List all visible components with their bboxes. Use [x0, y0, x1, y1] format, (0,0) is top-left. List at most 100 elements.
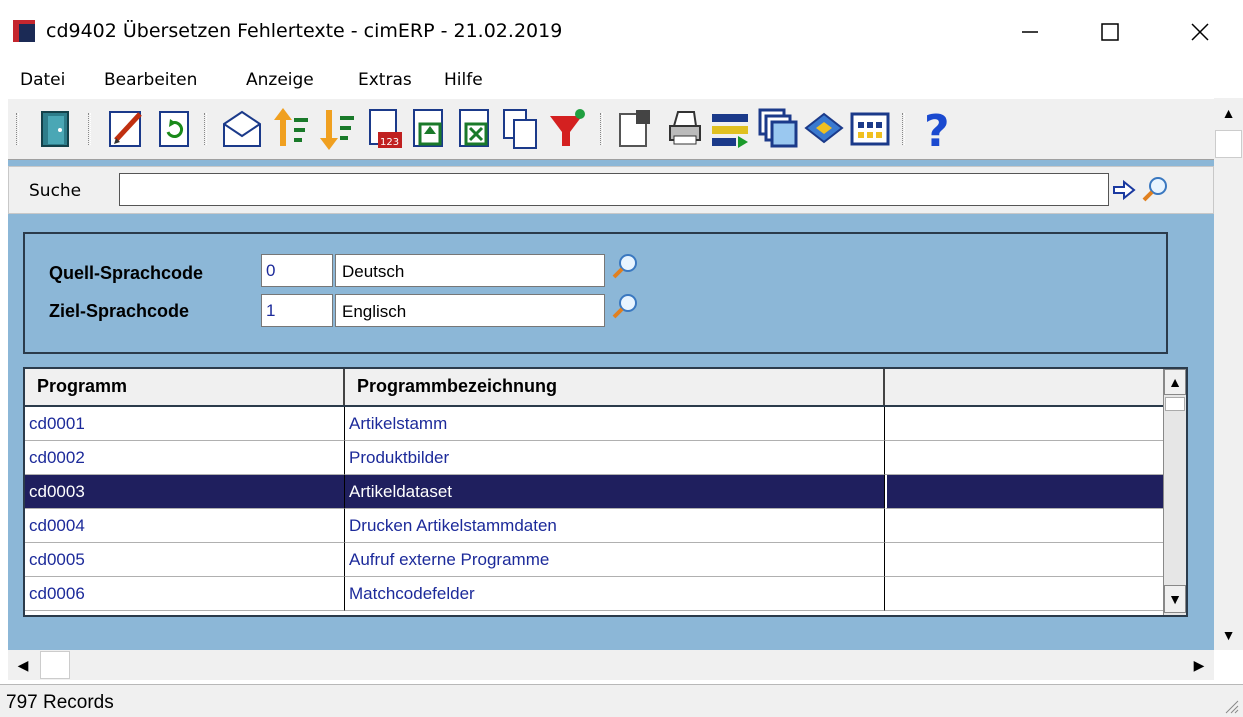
- column-header-program[interactable]: Programm: [25, 369, 345, 405]
- table-row[interactable]: cd0003 Artikeldataset: [25, 475, 1163, 509]
- maximize-button[interactable]: [1080, 10, 1140, 54]
- scroll-down-button[interactable]: ▼: [1214, 620, 1243, 650]
- extra-cell[interactable]: [885, 441, 1163, 475]
- program-name-cell[interactable]: Produktbilder: [345, 441, 885, 475]
- grid-scroll-down-button[interactable]: ▼: [1164, 585, 1186, 613]
- program-name-cell[interactable]: Matchcodefelder: [345, 577, 885, 611]
- program-cell[interactable]: cd0005: [25, 543, 345, 577]
- program-grid: Programm Programmbezeichnung cd0001 Artik…: [23, 367, 1188, 617]
- arrow-right-icon[interactable]: [1112, 179, 1136, 201]
- scroll-right-button[interactable]: ▶: [1184, 650, 1214, 680]
- table-row[interactable]: cd0004 Drucken Artikelstammdaten: [25, 509, 1163, 543]
- calculator-icon[interactable]: 123: [364, 106, 408, 152]
- refresh-icon[interactable]: [152, 106, 196, 152]
- menu-hilfe[interactable]: Hilfe: [444, 70, 483, 90]
- column-header-program-name[interactable]: Programmbezeichnung: [345, 369, 885, 405]
- export-icon[interactable]: [408, 106, 452, 152]
- help-icon[interactable]: ?: [918, 106, 962, 152]
- horizontal-scroll-thumb[interactable]: [40, 651, 70, 679]
- minimize-button[interactable]: [1000, 10, 1060, 54]
- menu-bearbeiten[interactable]: Bearbeiten: [104, 70, 197, 90]
- toolbar-separator: [600, 113, 603, 145]
- program-name-cell[interactable]: Aufruf externe Programme: [345, 543, 885, 577]
- program-cell[interactable]: cd0003: [25, 475, 345, 509]
- target-language-code-field[interactable]: 1: [261, 294, 333, 327]
- title-bar: cd9402 Übersetzen Fehlertexte - cimERP -…: [0, 0, 1243, 62]
- table-row[interactable]: cd0002 Produktbilder: [25, 441, 1163, 475]
- arrow-right-icon: ▶: [1193, 656, 1205, 673]
- svg-text:123: 123: [380, 137, 399, 148]
- windows-icon[interactable]: [756, 106, 800, 152]
- envelope-icon[interactable]: [220, 106, 264, 152]
- toolbar-separator: [88, 113, 91, 145]
- extra-cell[interactable]: [885, 543, 1163, 577]
- arrow-down-icon: ▼: [1221, 627, 1236, 643]
- menu-anzeige[interactable]: Anzeige: [246, 70, 314, 90]
- menu-extras[interactable]: Extras: [358, 70, 412, 90]
- arrow-down-icon: ▼: [1168, 591, 1182, 607]
- program-cell[interactable]: cd0006: [25, 577, 345, 611]
- close-icon: [1191, 23, 1209, 41]
- extra-cell[interactable]: [885, 509, 1163, 543]
- extra-cell[interactable]: [885, 407, 1163, 441]
- print-icon[interactable]: [662, 106, 706, 152]
- extra-cell[interactable]: [885, 577, 1163, 611]
- program-cell[interactable]: cd0001: [25, 407, 345, 441]
- toolbar: 123 ?: [8, 98, 1214, 160]
- arrow-up-icon: ▲: [1221, 105, 1236, 121]
- target-language-lookup-icon[interactable]: [611, 292, 639, 320]
- source-language-name-field: Deutsch: [335, 254, 605, 287]
- grid-header: Programm Programmbezeichnung: [25, 369, 1163, 407]
- table-row[interactable]: cd0005 Aufruf externe Programme: [25, 543, 1163, 577]
- copy-icon[interactable]: [498, 106, 542, 152]
- scroll-left-button[interactable]: ◀: [8, 650, 38, 680]
- program-cell[interactable]: cd0004: [25, 509, 345, 543]
- scroll-up-button[interactable]: ▲: [1214, 98, 1243, 128]
- client-area: Suche Quell-Sprachcode 0 Deutsch Ziel-Sp…: [8, 160, 1214, 650]
- resize-grip-icon[interactable]: [1222, 695, 1240, 715]
- column-header-extra[interactable]: [885, 369, 1163, 405]
- edit-icon[interactable]: [104, 106, 148, 152]
- status-bar: 797 Records: [0, 684, 1243, 717]
- program-name-cell[interactable]: Drucken Artikelstammdaten: [345, 509, 885, 543]
- book-icon[interactable]: [802, 106, 846, 152]
- sort-descending-icon[interactable]: [316, 106, 360, 152]
- grid-scroll-thumb[interactable]: [1165, 397, 1185, 411]
- close-button[interactable]: [1170, 10, 1230, 54]
- table-row[interactable]: cd0001 Artikelstamm: [25, 407, 1163, 441]
- search-bar: Suche: [8, 166, 1214, 214]
- maximize-icon: [1101, 23, 1119, 41]
- minimize-icon: [1022, 31, 1038, 33]
- table-icon[interactable]: [848, 106, 892, 152]
- extra-cell[interactable]: [885, 475, 1163, 509]
- arrow-left-icon: ◀: [17, 656, 29, 673]
- sort-ascending-icon[interactable]: [270, 106, 314, 152]
- target-language-label: Ziel-Sprachcode: [49, 301, 190, 321]
- grid-scroll-up-button[interactable]: ▲: [1164, 369, 1186, 395]
- search-input[interactable]: [119, 173, 1109, 206]
- record-count: 797 Records: [6, 692, 114, 713]
- scroll-thumb[interactable]: [1215, 130, 1242, 158]
- excel-icon[interactable]: [454, 106, 498, 152]
- table-row[interactable]: cd0006 Matchcodefelder: [25, 577, 1163, 611]
- program-name-cell[interactable]: Artikelstamm: [345, 407, 885, 441]
- program-name-cell[interactable]: Artikeldataset: [345, 475, 885, 509]
- filter-icon[interactable]: [546, 106, 590, 152]
- search-icon[interactable]: [1141, 175, 1169, 203]
- arrow-up-icon: ▲: [1168, 374, 1182, 390]
- window-title: cd9402 Übersetzen Fehlertexte - cimERP -…: [46, 20, 563, 42]
- list-transfer-icon[interactable]: [708, 106, 752, 152]
- search-label: Suche: [29, 181, 82, 201]
- window-vertical-scrollbar[interactable]: ▲ ▼: [1214, 98, 1243, 650]
- source-language-lookup-icon[interactable]: [611, 252, 639, 280]
- menu-bar: Datei Bearbeiten Anzeige Extras Hilfe: [0, 62, 1243, 98]
- source-language-code-field[interactable]: 0: [261, 254, 333, 287]
- door-exit-icon[interactable]: [34, 106, 78, 152]
- source-language-label: Quell-Sprachcode: [49, 263, 204, 283]
- properties-icon[interactable]: [614, 106, 658, 152]
- grid-vertical-scrollbar[interactable]: ▲ ▼: [1163, 369, 1186, 615]
- program-cell[interactable]: cd0002: [25, 441, 345, 475]
- window-horizontal-scrollbar[interactable]: ◀ ▶: [8, 650, 1214, 680]
- menu-datei[interactable]: Datei: [20, 70, 65, 90]
- toolbar-separator: [204, 113, 207, 145]
